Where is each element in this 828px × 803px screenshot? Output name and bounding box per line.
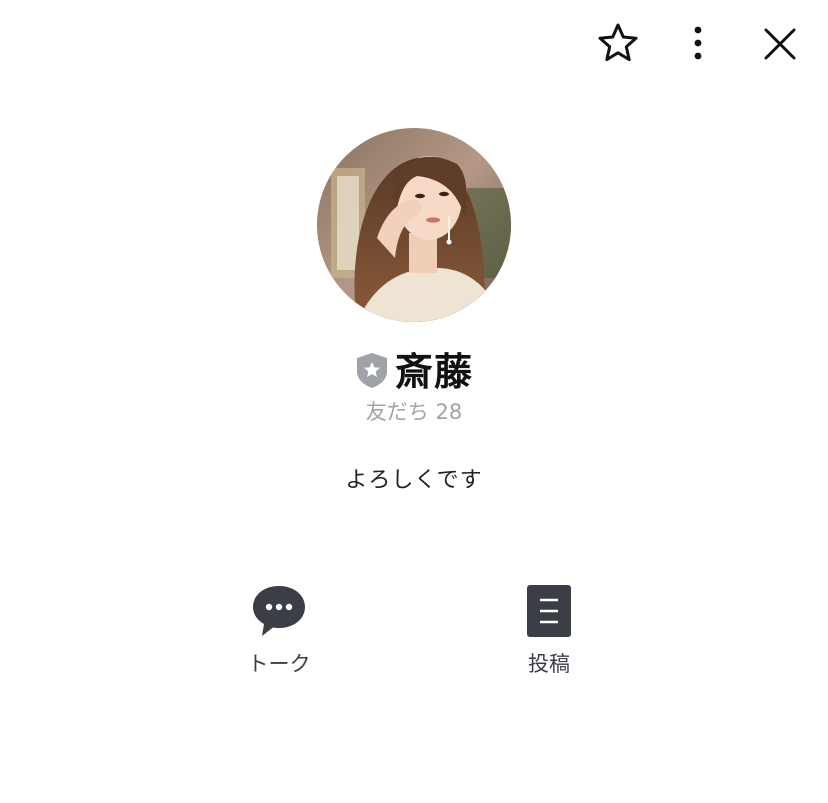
- talk-button[interactable]: トーク: [219, 580, 339, 678]
- talk-label: トーク: [247, 652, 311, 676]
- favorite-star-icon[interactable]: [597, 22, 639, 64]
- status-message: よろしくです: [345, 468, 483, 493]
- profile-screen: 斎藤 友だち 28 よろしくです トーク 投稿: [0, 0, 828, 803]
- post-button[interactable]: 投稿: [489, 580, 609, 678]
- more-options-icon[interactable]: [682, 22, 714, 64]
- friends-count[interactable]: 友だち 28: [0, 396, 828, 426]
- post-label: 投稿: [528, 652, 570, 676]
- close-icon[interactable]: [760, 24, 800, 64]
- profile-avatar[interactable]: [317, 128, 511, 322]
- shield-star-icon: [356, 353, 387, 388]
- profile-name-row: 斎藤: [0, 340, 828, 396]
- post-document-icon: [519, 580, 579, 642]
- chat-bubble-icon: [249, 580, 309, 642]
- profile-name: 斎藤: [394, 349, 473, 394]
